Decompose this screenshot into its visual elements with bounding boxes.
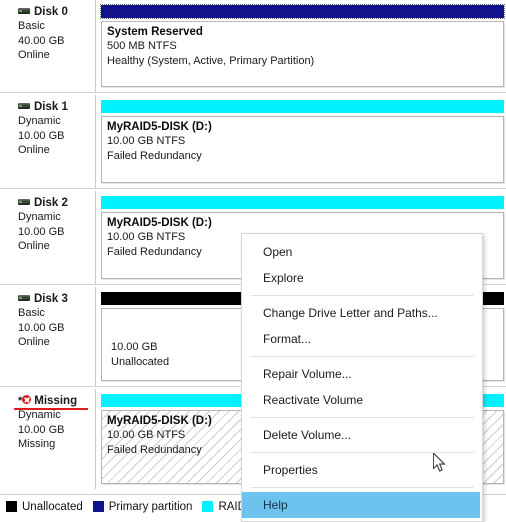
disk-name-label: Disk 0 bbox=[34, 6, 68, 18]
disk-icon bbox=[18, 198, 30, 205]
menu-item-explore[interactable]: Explore bbox=[242, 265, 482, 291]
missing-red-underline bbox=[14, 408, 88, 410]
disk-info-panel[interactable]: Disk 3 Basic 10.00 GB Online bbox=[0, 287, 96, 386]
disk-capacity-label: 10.00 GB bbox=[18, 321, 65, 334]
menu-item-open[interactable]: Open bbox=[242, 239, 482, 265]
menu-item-repair-volume[interactable]: Repair Volume... bbox=[242, 361, 482, 387]
disk-icon bbox=[18, 294, 30, 301]
disk-status-label: Online bbox=[18, 144, 50, 156]
disk-info-panel[interactable]: Disk 2 Dynamic 10.00 GB Online bbox=[0, 191, 96, 284]
volume-color-bar[interactable] bbox=[101, 196, 504, 209]
disk-icon bbox=[18, 7, 30, 14]
legend-label: Primary partition bbox=[108, 500, 193, 513]
disk-name-label: Missing bbox=[34, 395, 78, 407]
volume-status-label: Healthy (System, Active, Primary Partiti… bbox=[107, 54, 315, 67]
legend-item: Primary partition bbox=[92, 500, 193, 513]
legend-swatch bbox=[6, 501, 17, 512]
disk-volume-area[interactable]: MyRAID5-DISK (D:) 10.00 GB NTFS Failed Red… bbox=[97, 95, 506, 188]
menu-item-help[interactable]: Help bbox=[242, 492, 480, 518]
disk-type-label: Dynamic bbox=[18, 409, 61, 421]
disk-icon bbox=[18, 102, 30, 109]
disk-name-label: Disk 3 bbox=[34, 293, 68, 305]
menu-item-delete-volume[interactable]: Delete Volume... bbox=[242, 422, 482, 448]
volume-name-label: System Reserved bbox=[107, 26, 203, 38]
error-icon bbox=[22, 395, 32, 405]
menu-separator bbox=[250, 452, 474, 453]
disk-info-panel[interactable]: * Missing Dynamic 10.00 GB Missing bbox=[0, 389, 96, 489]
menu-item-format[interactable]: Format... bbox=[242, 326, 482, 352]
disk-info-panel[interactable]: Disk 1 Dynamic 10.00 GB Online bbox=[0, 95, 96, 188]
menu-separator bbox=[250, 487, 474, 488]
disk-row-separator bbox=[0, 92, 506, 93]
disk-status-label: Online bbox=[18, 240, 50, 252]
disk-status-label: Missing bbox=[18, 438, 56, 450]
volume-detail-box[interactable]: System Reserved 500 MB NTFS Healthy (Syste… bbox=[101, 21, 504, 87]
disk-capacity-label: 10.00 GB bbox=[18, 129, 65, 142]
disk-title: Disk 3 bbox=[18, 293, 68, 306]
volume-detail-box[interactable]: MyRAID5-DISK (D:) 10.00 GB NTFS Failed Red… bbox=[101, 116, 504, 183]
volume-context-menu[interactable]: Open Explore Change Drive Letter and Paths… bbox=[241, 233, 483, 522]
legend-swatch bbox=[92, 501, 104, 512]
menu-item-properties[interactable]: Properties bbox=[242, 457, 482, 483]
disk-type-label: Basic bbox=[18, 20, 45, 32]
disk-type-label: Dynamic bbox=[18, 211, 61, 223]
disk-capacity-label: 10.00 GB bbox=[18, 423, 65, 436]
volume-status-label: Failed Redundancy bbox=[107, 149, 202, 162]
menu-item-reactivate-volume[interactable]: Reactivate Volume bbox=[242, 387, 482, 413]
volume-size-label: 500 MB NTFS bbox=[107, 40, 177, 52]
legend-swatch bbox=[202, 501, 214, 512]
disk-name-label: Disk 1 bbox=[34, 101, 68, 113]
legend-item: Unallocated bbox=[6, 501, 83, 513]
volume-name-label: MyRAID5-DISK (D:) bbox=[107, 121, 212, 133]
disk-row[interactable]: Disk 1 Dynamic 10.00 GB Online MyRAID5-DISK … bbox=[0, 95, 506, 188]
disk-name-label: Disk 2 bbox=[34, 197, 68, 209]
disk-capacity-label: 40.00 GB bbox=[18, 34, 65, 47]
disk-title: Disk 0 bbox=[18, 6, 68, 19]
volume-color-bar[interactable] bbox=[100, 4, 505, 19]
disk-title: Disk 2 bbox=[18, 197, 68, 210]
disk-status-label: Online bbox=[18, 49, 50, 61]
disk-type-label: Dynamic bbox=[18, 115, 61, 127]
volume-size-label: 10.00 GB NTFS bbox=[107, 135, 186, 147]
disk-info-panel[interactable]: Disk 0 Basic 40.00 GB Online bbox=[0, 0, 96, 92]
volume-name-label: MyRAID5-DISK (D:) bbox=[107, 217, 212, 229]
disk-volume-area[interactable]: System Reserved 500 MB NTFS Healthy (Syste… bbox=[97, 0, 506, 92]
disk-title: Disk 1 bbox=[18, 101, 68, 114]
legend-label: Unallocated bbox=[22, 500, 83, 513]
menu-item-change-drive-letter-and-paths[interactable]: Change Drive Letter and Paths... bbox=[242, 300, 482, 326]
menu-separator bbox=[250, 356, 474, 357]
volume-color-bar[interactable] bbox=[101, 100, 504, 113]
menu-separator bbox=[250, 295, 474, 296]
menu-separator bbox=[250, 417, 474, 418]
disk-row[interactable]: Disk 0 Basic 40.00 GB Online System Reserved… bbox=[0, 0, 506, 92]
disk-title: * Missing bbox=[14, 395, 88, 410]
disk-status-label: Online bbox=[18, 336, 50, 348]
disk-capacity-label: 10.00 GB bbox=[18, 225, 65, 238]
disk-type-label: Basic bbox=[18, 307, 45, 319]
disk-row-separator bbox=[0, 188, 506, 189]
